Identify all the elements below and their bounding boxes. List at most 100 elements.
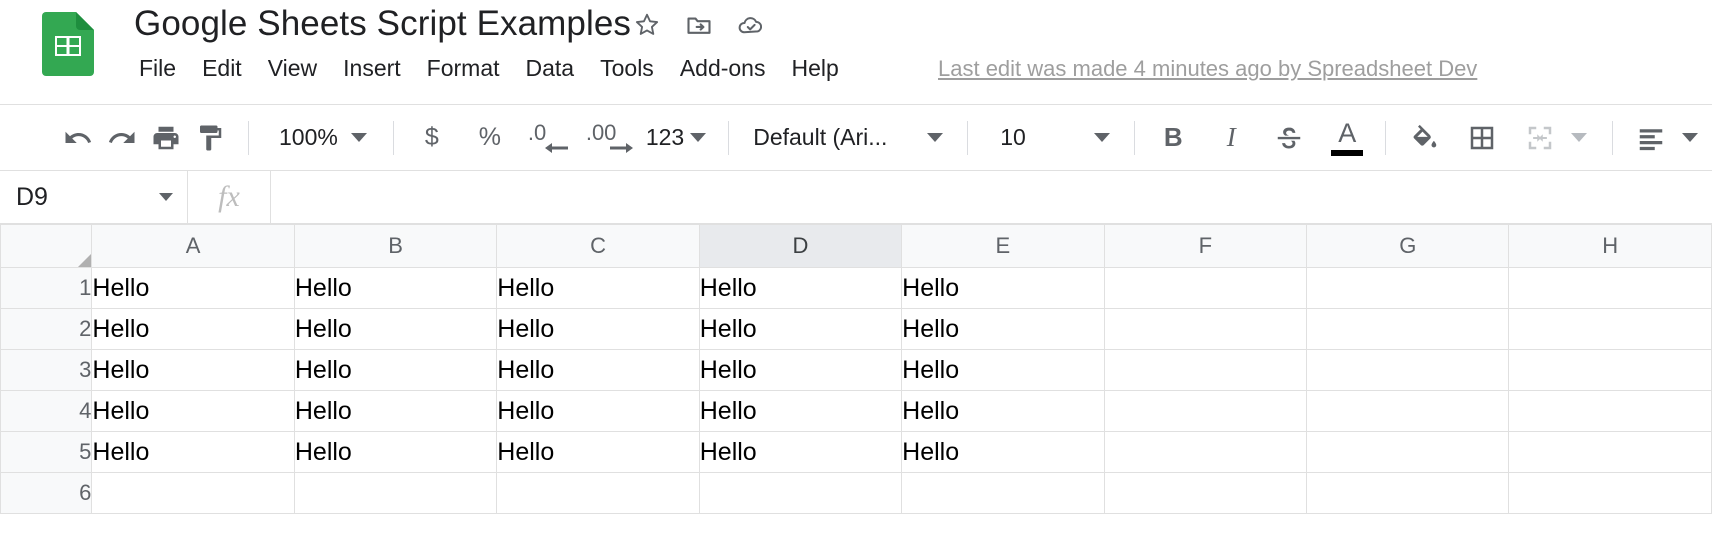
- column-header-g[interactable]: G: [1306, 224, 1510, 268]
- cell-c3[interactable]: Hello: [496, 349, 700, 391]
- horizontal-align-dropdown[interactable]: [1673, 116, 1707, 160]
- cell-b2[interactable]: Hello: [293, 308, 498, 350]
- cell-c6[interactable]: [496, 472, 700, 514]
- percent-format-button[interactable]: %: [468, 116, 512, 160]
- last-edit-status[interactable]: Last edit was made 4 minutes ago by Spre…: [938, 56, 1477, 82]
- cell-e5[interactable]: Hello: [901, 431, 1105, 473]
- cell-b3[interactable]: Hello: [293, 349, 498, 391]
- redo-button[interactable]: [100, 116, 144, 160]
- horizontal-align-button[interactable]: [1629, 116, 1673, 160]
- menu-item-add-ons[interactable]: Add-ons: [667, 52, 779, 85]
- column-header-a[interactable]: A: [91, 224, 295, 268]
- borders-button[interactable]: [1460, 116, 1504, 160]
- cell-c2[interactable]: Hello: [496, 308, 700, 350]
- undo-button[interactable]: [56, 116, 100, 160]
- cell-e2[interactable]: Hello: [901, 308, 1105, 350]
- cell-a5[interactable]: Hello: [91, 431, 295, 473]
- move-to-folder-icon[interactable]: [684, 10, 714, 40]
- cell-d5[interactable]: Hello: [698, 431, 903, 473]
- print-button[interactable]: [144, 116, 188, 160]
- strikethrough-button[interactable]: [1267, 116, 1311, 160]
- cloud-saved-icon[interactable]: [736, 10, 766, 40]
- function-button[interactable]: fx: [188, 171, 271, 223]
- cell-h1[interactable]: [1508, 267, 1712, 309]
- menu-item-edit[interactable]: Edit: [189, 52, 255, 85]
- document-title[interactable]: Google Sheets Script Examples: [134, 4, 631, 44]
- cell-d1[interactable]: Hello: [698, 267, 903, 309]
- menu-item-insert[interactable]: Insert: [330, 52, 414, 85]
- cell-f5[interactable]: [1103, 431, 1308, 473]
- column-header-d[interactable]: D: [698, 224, 903, 268]
- cell-h5[interactable]: [1508, 431, 1712, 473]
- cell-b4[interactable]: Hello: [293, 390, 498, 432]
- cell-e6[interactable]: [901, 472, 1105, 514]
- row-header-3[interactable]: 3: [0, 349, 93, 391]
- cell-f1[interactable]: [1103, 267, 1308, 309]
- column-header-b[interactable]: B: [293, 224, 498, 268]
- cell-h2[interactable]: [1508, 308, 1712, 350]
- menu-item-data[interactable]: Data: [513, 52, 588, 85]
- cell-a3[interactable]: Hello: [91, 349, 295, 391]
- cell-c4[interactable]: Hello: [496, 390, 700, 432]
- bold-button[interactable]: B: [1151, 116, 1195, 160]
- cell-h4[interactable]: [1508, 390, 1712, 432]
- paint-format-button[interactable]: [188, 116, 232, 160]
- cell-b6[interactable]: [293, 472, 498, 514]
- cell-f2[interactable]: [1103, 308, 1308, 350]
- cell-e3[interactable]: Hello: [901, 349, 1105, 391]
- menu-item-view[interactable]: View: [255, 52, 330, 85]
- italic-button[interactable]: I: [1209, 116, 1253, 160]
- menu-item-help[interactable]: Help: [778, 52, 851, 85]
- cell-h6[interactable]: [1508, 472, 1712, 514]
- formula-input[interactable]: [271, 171, 1712, 223]
- star-icon[interactable]: [632, 10, 662, 40]
- select-all-corner[interactable]: [0, 224, 93, 268]
- cell-g3[interactable]: [1306, 349, 1510, 391]
- cell-b1[interactable]: Hello: [293, 267, 498, 309]
- row-header-2[interactable]: 2: [0, 308, 93, 350]
- row-header-5[interactable]: 5: [0, 431, 93, 473]
- cell-f3[interactable]: [1103, 349, 1308, 391]
- column-header-h[interactable]: H: [1508, 224, 1712, 268]
- cell-d2[interactable]: Hello: [698, 308, 903, 350]
- number-format-dropdown[interactable]: 123: [638, 117, 712, 159]
- row-header-6[interactable]: 6: [0, 472, 93, 514]
- cell-g4[interactable]: [1306, 390, 1510, 432]
- google-sheets-logo[interactable]: [40, 10, 96, 76]
- cell-d3[interactable]: Hello: [698, 349, 903, 391]
- cell-h3[interactable]: [1508, 349, 1712, 391]
- font-family-dropdown[interactable]: Default (Ari...: [745, 117, 951, 159]
- cell-f4[interactable]: [1103, 390, 1308, 432]
- cell-e1[interactable]: Hello: [901, 267, 1105, 309]
- currency-format-button[interactable]: $: [410, 116, 454, 160]
- cell-a2[interactable]: Hello: [91, 308, 295, 350]
- cell-a1[interactable]: Hello: [91, 267, 295, 309]
- row-header-1[interactable]: 1: [0, 267, 93, 309]
- cell-a6[interactable]: [91, 472, 295, 514]
- cell-g1[interactable]: [1306, 267, 1510, 309]
- menu-item-tools[interactable]: Tools: [587, 52, 667, 85]
- menu-item-format[interactable]: Format: [414, 52, 513, 85]
- column-header-c[interactable]: C: [496, 224, 700, 268]
- name-box[interactable]: D9: [0, 171, 188, 223]
- cell-g2[interactable]: [1306, 308, 1510, 350]
- row-header-4[interactable]: 4: [0, 390, 93, 432]
- cell-a4[interactable]: Hello: [91, 390, 295, 432]
- menu-item-file[interactable]: File: [126, 52, 189, 85]
- text-color-button[interactable]: A: [1325, 116, 1369, 160]
- column-header-f[interactable]: F: [1103, 224, 1308, 268]
- cell-e4[interactable]: Hello: [901, 390, 1105, 432]
- fill-color-button[interactable]: [1402, 116, 1446, 160]
- zoom-dropdown[interactable]: 100%: [265, 117, 377, 159]
- merge-cells-dropdown[interactable]: [1562, 116, 1596, 160]
- cell-g6[interactable]: [1306, 472, 1510, 514]
- cell-f6[interactable]: [1103, 472, 1308, 514]
- decrease-decimal-button[interactable]: .0: [526, 116, 570, 160]
- cell-c5[interactable]: Hello: [496, 431, 700, 473]
- cell-c1[interactable]: Hello: [496, 267, 700, 309]
- cell-g5[interactable]: [1306, 431, 1510, 473]
- cell-b5[interactable]: Hello: [293, 431, 498, 473]
- cell-d4[interactable]: Hello: [698, 390, 903, 432]
- cell-d6[interactable]: [698, 472, 903, 514]
- increase-decimal-button[interactable]: .00: [584, 116, 638, 160]
